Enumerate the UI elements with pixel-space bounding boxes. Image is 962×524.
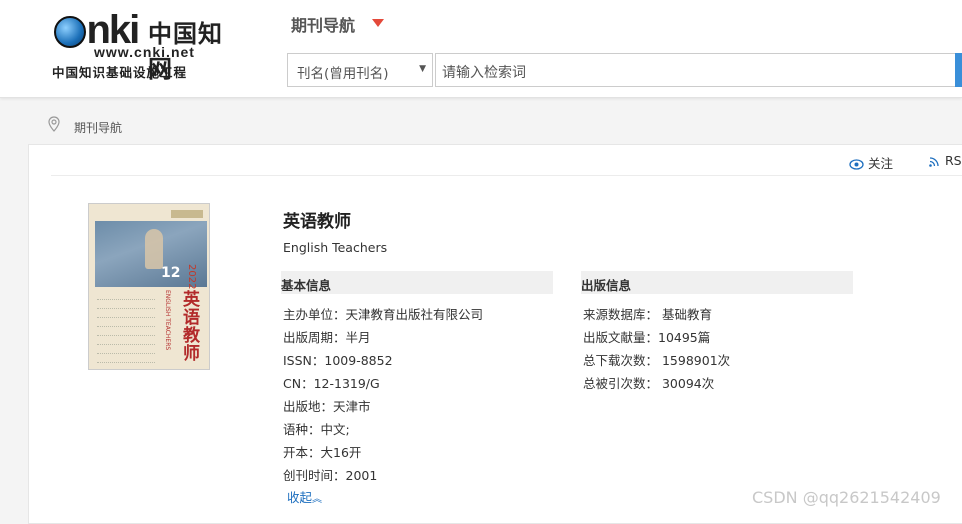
caret-down-icon[interactable]	[372, 19, 384, 27]
pub-info-citations: 总被引次数： 30094次	[583, 376, 715, 391]
rss-label: RSS	[945, 153, 962, 168]
cover-title: 英语教师	[179, 290, 199, 362]
cover-issue: 12	[161, 265, 181, 281]
watermark: CSDN @qq2621542409	[752, 488, 941, 507]
pub-info-database: 来源数据库： 基础教育	[583, 307, 712, 322]
logo-url: www.cnki.net	[94, 44, 195, 60]
basic-info-language: 语种：中文;	[283, 422, 350, 437]
double-chevron-up-icon: ︽	[312, 494, 323, 505]
breadcrumb-item-journal-nav[interactable]: 期刊导航	[74, 119, 122, 136]
search-field-select-value: 刊名(曾用刊名)	[297, 66, 389, 82]
journal-title: 英语教师	[283, 212, 351, 232]
basic-info-header: 基本信息	[281, 271, 553, 294]
follow-label: 关注	[868, 156, 894, 171]
search-field-select[interactable]: 刊名(曾用刊名) ▼	[287, 53, 433, 87]
search-input[interactable]: 请输入检索词	[435, 53, 955, 87]
cover-figure	[145, 229, 163, 269]
cover-english-title: ENGLISH TEACHERS	[164, 290, 171, 351]
pub-info-articles: 出版文献量：10495篇	[583, 330, 711, 345]
publication-info-header: 出版信息	[581, 271, 853, 294]
journal-detail-card: 关注 RSS 12 2022 ENGLISH TEACHERS 英语教师 英语教…	[28, 144, 962, 524]
rss-icon	[929, 157, 939, 167]
follow-button[interactable]: 关注	[849, 153, 893, 172]
eye-icon	[849, 159, 864, 170]
basic-info-founded: 创刊时间：2001	[283, 468, 378, 483]
basic-info-cn: CN：12-1319/G	[283, 376, 380, 391]
chevron-down-icon: ▼	[419, 64, 426, 74]
basic-info-issn: ISSN：1009-8852	[283, 353, 393, 368]
cover-header-block	[171, 210, 203, 218]
collapse-link[interactable]: 收起︽	[287, 487, 322, 506]
pub-info-downloads: 总下载次数： 1598901次	[583, 353, 731, 368]
cover-contents-list	[97, 294, 155, 366]
search-placeholder: 请输入检索词	[442, 65, 526, 81]
cover-year: 2022	[186, 264, 197, 290]
rss-button[interactable]: RSS	[929, 153, 962, 168]
site-header: nki 中国知网 www.cnki.net 中国知识基础设施工程 期刊导航 刊名…	[0, 0, 962, 98]
basic-info-sponsor: 主办单位：天津教育出版社有限公司	[283, 307, 484, 322]
basic-info-frequency: 出版周期：半月	[283, 330, 371, 345]
basic-info-place: 出版地：天津市	[283, 399, 371, 414]
logo-subtitle: 中国知识基础设施工程	[52, 65, 188, 80]
basic-info-format: 开本：大16开	[283, 445, 362, 460]
journal-nav-menu[interactable]: 期刊导航	[291, 12, 355, 36]
journal-cover-image: 12 2022 ENGLISH TEACHERS 英语教师	[88, 203, 210, 370]
divider	[51, 175, 962, 176]
search-button[interactable]	[955, 53, 962, 87]
collapse-label: 收起	[287, 490, 313, 505]
journal-english-title: English Teachers	[283, 240, 388, 255]
location-pin-icon	[48, 116, 60, 132]
cnki-logo[interactable]: nki 中国知网 www.cnki.net 中国知识基础设施工程	[50, 10, 240, 83]
